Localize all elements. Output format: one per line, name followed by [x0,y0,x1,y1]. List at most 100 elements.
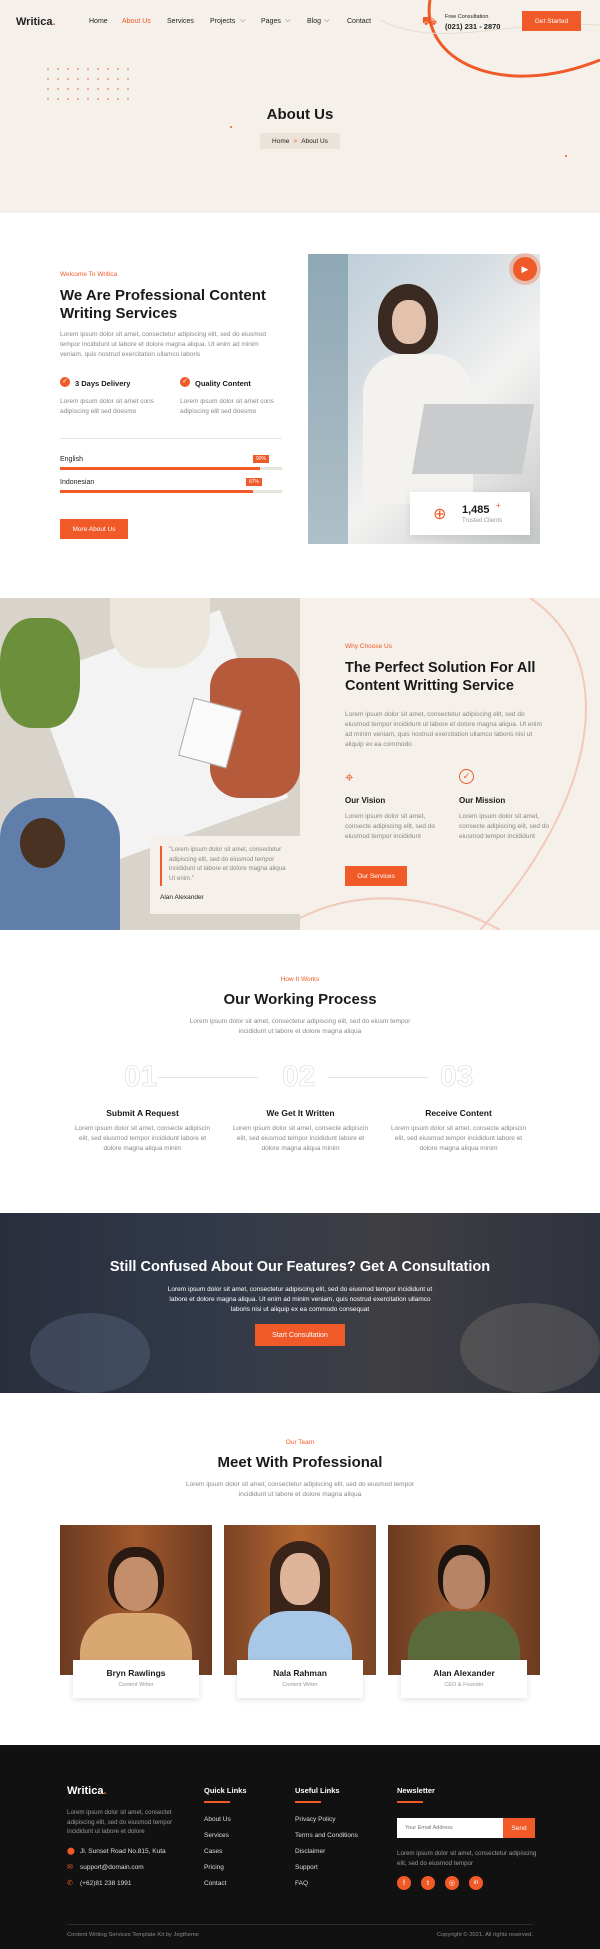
stats-card: ⊕ 1,485 + Trusted Clients [410,492,530,535]
why-title: The Perfect Solution For All Content Writ… [345,660,536,694]
skill-label: Indonesian [60,479,95,486]
why-text: Lorem ipsum dolor sit amet, consectetur … [345,711,542,749]
facebook-icon[interactable]: f [397,1876,411,1890]
footer-link-services[interactable]: Services [204,1832,229,1839]
nav-about-us[interactable]: About Us [122,18,151,25]
skill-fill-indonesian [60,490,254,493]
pattern-dot [107,98,109,100]
consult-phone[interactable]: (021) 231 - 2870 [445,22,500,31]
globe-icon: ⊕ [433,506,447,523]
pattern-dot [97,88,99,90]
pattern-dot [107,78,109,80]
nav-projects[interactable]: Projects [210,18,235,25]
pattern-dot [67,88,69,90]
pattern-dot [67,68,69,70]
footer-phone[interactable]: (+62)81 238 1991 [80,1880,132,1887]
dot-pattern [47,68,129,104]
check-circle-icon: ✓ [459,769,474,784]
team-card[interactable]: Bryn Rawlings Content Writer [73,1660,199,1698]
nav-home[interactable]: Home [89,18,108,25]
footer-email[interactable]: support@domain.com [80,1864,144,1871]
why-eyebrow: Why Choose Us [345,643,392,650]
about-eyebrow: Welcome To Writica [60,271,118,278]
member-role: Content Writer [282,1682,318,1688]
newsletter-email-input[interactable] [397,1818,503,1838]
pattern-dot [47,98,49,100]
step-text: Lorem ipsum dolor sit amet, consecte adi… [74,1125,211,1153]
instagram-icon[interactable]: ◎ [445,1876,459,1890]
step-connector [328,1077,428,1078]
pattern-dot [57,78,59,80]
step-connector [158,1077,258,1078]
member-role: Content Writer [118,1682,154,1688]
pattern-dot [97,68,99,70]
vision-title: Our Vision [345,796,386,805]
pattern-dot [67,78,69,80]
about-title: We Are Professional Content Writing Servi… [60,287,266,322]
feature-title: 3 Days Delivery [75,379,131,388]
pattern-dot [97,98,99,100]
process-title: Our Working Process [223,991,377,1008]
footer-link-faq[interactable]: FAQ [295,1880,308,1887]
pattern-dot [57,98,59,100]
logo[interactable]: Writica. [16,16,56,28]
nav-pages[interactable]: Pages [261,18,281,25]
breadcrumb-home[interactable]: Home [272,138,289,145]
pattern-dot [87,78,89,80]
our-services-button[interactable]: Our Services [345,866,407,886]
title-underline [295,1801,321,1803]
footer-logo[interactable]: Writica. [67,1785,107,1797]
twitter-icon[interactable]: t [421,1876,435,1890]
pattern-dot [67,98,69,100]
pattern-dot [87,88,89,90]
feature-text: Lorem ipsum dolor sit amet cons adipisci… [180,398,274,416]
member-role: CEO & Founder [444,1682,484,1688]
footer-link-support[interactable]: Support [295,1864,318,1871]
footer-link-about[interactable]: About Us [204,1816,231,1823]
footer-link-terms[interactable]: Terms and Conditions [295,1832,358,1839]
footer-link-disclaimer[interactable]: Disclaimer [295,1848,325,1855]
newsletter-send-button[interactable]: Send [503,1818,535,1838]
pattern-dot [127,88,129,90]
play-icon[interactable]: ▶ [513,257,537,281]
footer [0,1745,600,1949]
step-title: Submit A Request [106,1108,179,1118]
team-card[interactable]: Alan Alexander CEO & Founder [401,1660,527,1698]
location-icon: ⬤ [67,1848,75,1855]
pattern-dot [127,98,129,100]
footer-link-cases[interactable]: Cases [204,1848,222,1855]
nav-services[interactable]: Services [167,18,194,25]
footer-link-contact[interactable]: Contact [204,1880,226,1887]
nav-contact[interactable]: Contact [347,18,371,25]
chevron-down-icon: ⌵ [240,17,246,24]
member-name: Nala Rahman [273,1668,327,1678]
footer-divider [67,1924,533,1925]
quote-author: Alan Alexander [160,894,204,901]
pattern-dot [47,88,49,90]
pattern-dot [87,98,89,100]
process-eyebrow: How It Works [280,976,320,983]
pattern-dot [107,68,109,70]
footer-link-pricing[interactable]: Pricing [204,1864,224,1871]
footer-about: Lorem ipsum dolor sit amet, consectet ad… [67,1809,173,1836]
footer-copyright: Copyright © 2021. All rights reserved. [436,1932,533,1938]
member-name: Bryn Rawlings [106,1668,166,1678]
pattern-dot [117,98,119,100]
process-text: Lorem ipsum dolor sit amet, consectetur … [189,1018,411,1036]
get-started-button[interactable]: Get Started [522,11,581,31]
start-consultation-button[interactable]: Start Consultation [255,1324,345,1346]
stat-label: Trusted Clients [462,518,503,524]
team-card[interactable]: Nala Rahman Content Writer [237,1660,363,1698]
nav-blog[interactable]: Blog [307,18,321,25]
step-text: Lorem ipsum dolor sit amet, consecte adi… [232,1125,369,1153]
pattern-dot [47,78,49,80]
footer-credit: Content Writing Services Template Kit by… [67,1932,199,1938]
useful-links-title: Useful Links [295,1786,340,1795]
chevron-down-icon: ⌵ [324,17,330,24]
more-about-us-button[interactable]: More About Us [60,519,128,539]
linkedin-icon[interactable]: in [469,1876,483,1890]
footer-link-privacy[interactable]: Privacy Policy [295,1816,335,1823]
skill-percent: 90% [253,455,270,463]
chevron-down-icon: ⌵ [285,17,291,24]
stat-value: 1,485 [462,504,490,516]
